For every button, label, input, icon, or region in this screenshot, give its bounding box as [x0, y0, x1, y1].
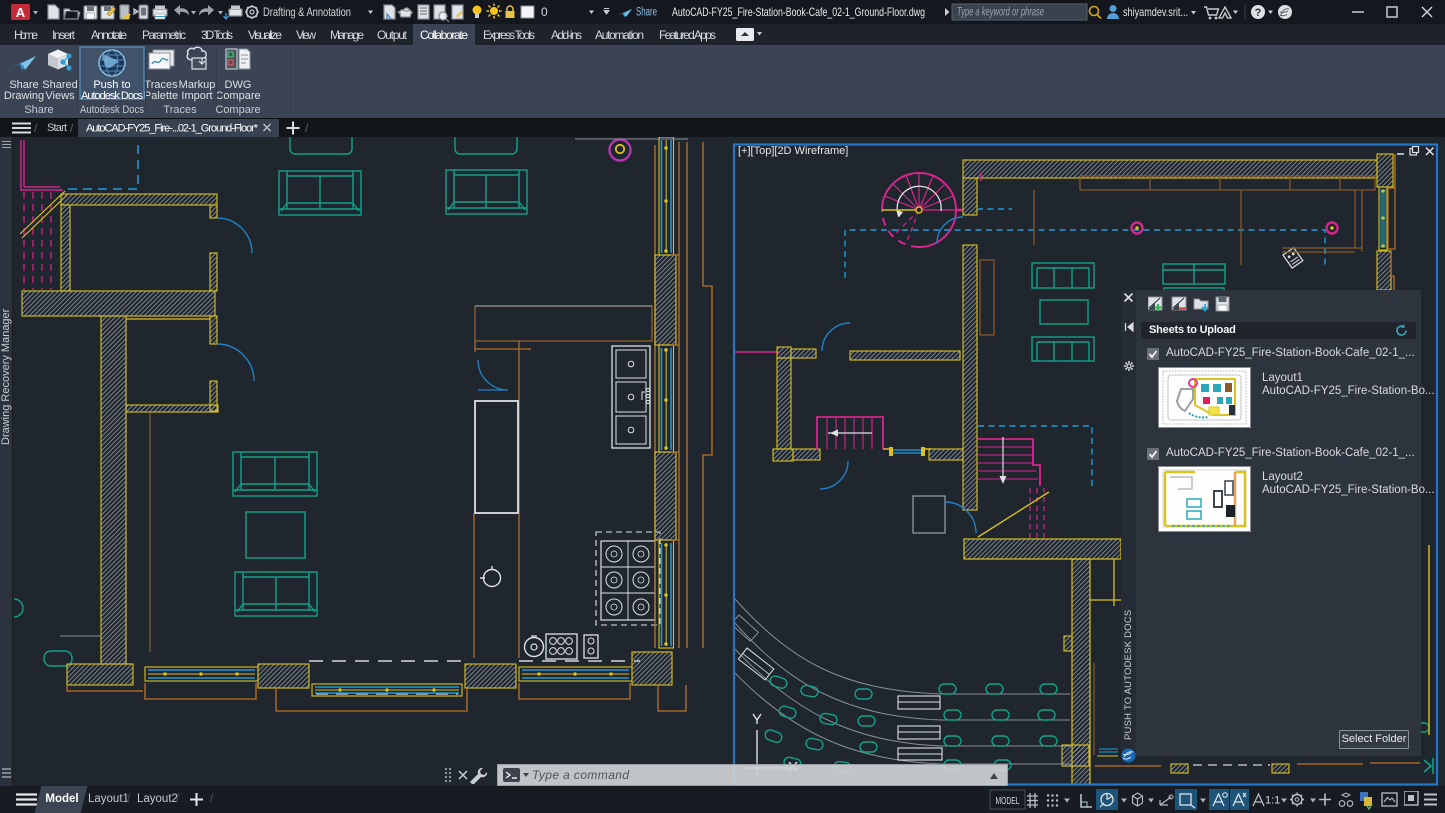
svg-text:/: /: [34, 121, 38, 135]
svg-text:Home: Home: [14, 28, 38, 42]
svg-text:Traces: Traces: [163, 104, 197, 116]
svg-text:Autodesk Docs: Autodesk Docs: [81, 90, 144, 102]
svg-text:Autodesk Docs: Autodesk Docs: [80, 104, 144, 116]
svg-text:Collaborate: Collaborate: [420, 28, 468, 42]
svg-text:Output: Output: [377, 28, 408, 42]
svg-text:Add-ins: Add-ins: [551, 28, 582, 42]
svg-text:?: ?: [1255, 7, 1262, 19]
svg-text:0: 0: [541, 5, 548, 19]
svg-text:3D Tools: 3D Tools: [201, 28, 233, 42]
svg-text:View: View: [296, 28, 316, 42]
svg-text:MODEL: MODEL: [996, 795, 1020, 807]
svg-text:Featured Apps: Featured Apps: [659, 28, 716, 42]
svg-text:AutoCAD-FY25_Fire-Station-Book: AutoCAD-FY25_Fire-Station-Book-Cafe_02-1…: [672, 5, 925, 19]
svg-text:Express Tools: Express Tools: [483, 28, 535, 42]
svg-text:Share: Share: [636, 7, 657, 19]
svg-text:Compare: Compare: [215, 90, 260, 102]
svg-text:/: /: [305, 121, 309, 135]
svg-text:Import: Import: [181, 90, 212, 102]
svg-text:Views: Views: [45, 90, 75, 102]
svg-text:shiyamdev.srit...: shiyamdev.srit...: [1123, 5, 1188, 19]
svg-text:/: /: [70, 121, 74, 135]
svg-text:Drawing: Drawing: [4, 90, 44, 102]
svg-text:Type a keyword or phrase: Type a keyword or phrase: [957, 7, 1044, 19]
svg-text:Insert: Insert: [52, 28, 76, 42]
svg-text:A: A: [16, 5, 26, 20]
svg-text:Annotate: Annotate: [91, 28, 127, 42]
svg-text:1:1: 1:1: [1265, 795, 1280, 807]
svg-text:Visualize: Visualize: [248, 28, 282, 42]
svg-text:Start: Start: [47, 122, 67, 134]
svg-text:Parametric: Parametric: [142, 28, 186, 42]
svg-text:Manage: Manage: [330, 28, 364, 42]
svg-text:Automation: Automation: [595, 28, 644, 42]
svg-text:Compare: Compare: [215, 104, 260, 116]
svg-text:Drafting & Annotation: Drafting & Annotation: [263, 5, 351, 19]
svg-text:AutoCAD-FY25_Fire-...02-1_Grou: AutoCAD-FY25_Fire-...02-1_Ground-Floor*: [86, 123, 259, 135]
svg-text:Share: Share: [24, 104, 53, 116]
svg-text:Palette: Palette: [144, 90, 178, 102]
